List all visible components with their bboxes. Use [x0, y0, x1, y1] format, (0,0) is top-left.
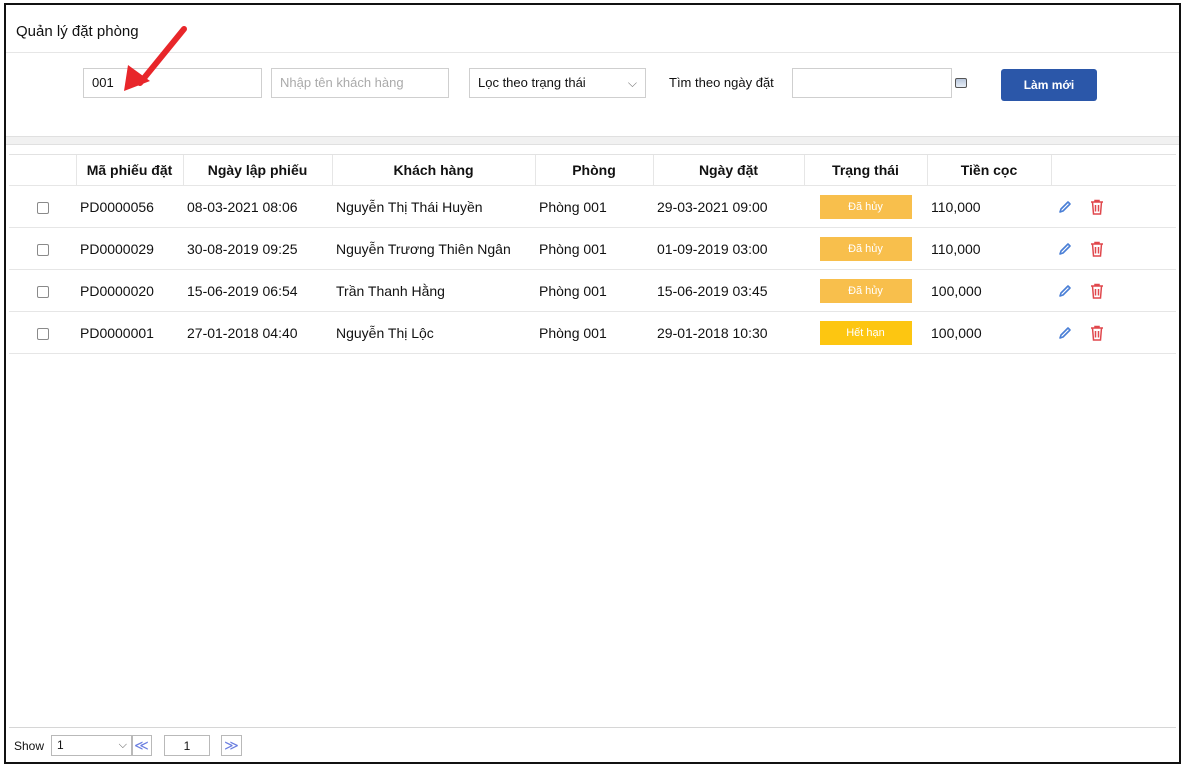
page-size-select[interactable]: 1 ⌵	[51, 735, 133, 756]
booking-code: PD0000020	[76, 269, 183, 312]
trash-icon[interactable]	[1090, 325, 1104, 341]
row-actions	[1051, 311, 1176, 354]
pencil-icon[interactable]	[1057, 199, 1073, 215]
created-date: 27-01-2018 04:40	[183, 311, 332, 354]
row-checkbox[interactable]	[36, 201, 49, 214]
annotation-arrow-icon	[124, 26, 187, 91]
booking-date: 29-03-2021 09:00	[653, 185, 804, 228]
room-name: Phòng 001	[535, 311, 653, 354]
calendar-button[interactable]	[949, 71, 973, 95]
booking-date: 15-06-2019 03:45	[653, 269, 804, 312]
status-filter-value: Lọc theo trạng thái	[478, 75, 586, 90]
status-cell: Đã hủy	[804, 185, 927, 228]
pencil-icon[interactable]	[1057, 241, 1073, 257]
booking-table: Mã phiếu đặt Ngày lập phiếu Khách hàng P…	[9, 155, 1176, 354]
row-select-cell	[9, 227, 76, 270]
column-header-actions	[1051, 155, 1176, 186]
column-header-deposit[interactable]: Tiền cọc	[927, 155, 1052, 186]
previous-page-button[interactable]: ≪	[131, 735, 152, 756]
customer-name: Nguyễn Thị Lộc	[332, 311, 535, 354]
next-page-button[interactable]: ≫	[221, 735, 242, 756]
booking-date: 29-01-2018 10:30	[653, 311, 804, 354]
booking-code: PD0000001	[76, 311, 183, 354]
customer-name-input[interactable]: Nhập tên khách hàng	[271, 68, 449, 98]
chevron-down-icon: ⌵	[118, 739, 127, 751]
room-name: Phòng 001	[535, 227, 653, 270]
deposit-amount: 110,000	[927, 185, 1051, 228]
created-date: 08-03-2021 08:06	[183, 185, 332, 228]
double-chevron-left-icon: ≪	[134, 737, 149, 753]
booking-date-label: Tìm theo ngày đặt	[669, 75, 774, 90]
booking-date-input[interactable]	[792, 68, 952, 98]
table-row[interactable]: PD0000029 30-08-2019 09:25 Nguyễn Trương…	[9, 227, 1176, 270]
room-name: Phòng 001	[535, 269, 653, 312]
customer-name: Nguyễn Trương Thiên Ngân	[332, 227, 535, 270]
row-actions	[1051, 269, 1176, 312]
column-header-created[interactable]: Ngày lập phiếu	[183, 155, 333, 186]
row-select-cell	[9, 185, 76, 228]
created-date: 30-08-2019 09:25	[183, 227, 332, 270]
column-header-room[interactable]: Phòng	[535, 155, 654, 186]
column-header-code[interactable]: Mã phiếu đặt	[76, 155, 184, 186]
booking-code: PD0000056	[76, 185, 183, 228]
booking-code: PD0000029	[76, 227, 183, 270]
created-date: 15-06-2019 06:54	[183, 269, 332, 312]
toolbar-divider	[6, 136, 1179, 145]
status-badge: Hết hạn	[819, 320, 912, 345]
status-cell: Hết hạn	[804, 311, 927, 354]
trash-icon[interactable]	[1090, 283, 1104, 299]
status-cell: Đã hủy	[804, 227, 927, 270]
row-checkbox[interactable]	[36, 243, 49, 256]
trash-icon[interactable]	[1090, 241, 1104, 257]
status-filter-select[interactable]: Lọc theo trạng thái ⌵	[469, 68, 646, 98]
status-badge: Đã hủy	[819, 278, 912, 303]
row-select-cell	[9, 311, 76, 354]
table-row[interactable]: PD0000001 27-01-2018 04:40 Nguyễn Thị Lộ…	[9, 311, 1176, 354]
row-checkbox[interactable]	[36, 285, 49, 298]
table-header-row: Mã phiếu đặt Ngày lập phiếu Khách hàng P…	[9, 155, 1176, 186]
pencil-icon[interactable]	[1057, 283, 1073, 299]
booking-date: 01-09-2019 03:00	[653, 227, 804, 270]
booking-table-container: Mã phiếu đặt Ngày lập phiếu Khách hàng P…	[9, 154, 1176, 728]
room-name: Phòng 001	[535, 185, 653, 228]
column-header-customer[interactable]: Khách hàng	[332, 155, 536, 186]
row-select-cell	[9, 269, 76, 312]
refresh-button[interactable]: Làm mới	[1001, 69, 1097, 101]
pencil-icon[interactable]	[1057, 325, 1073, 341]
column-header-booking-date[interactable]: Ngày đặt	[653, 155, 805, 186]
row-actions	[1051, 227, 1176, 270]
column-header-select	[9, 155, 77, 186]
deposit-amount: 110,000	[927, 227, 1051, 270]
current-page-input[interactable]: 1	[164, 735, 210, 756]
booking-management-panel: Quản lý đặt phòng 001 Nhập tên khách hàn…	[4, 3, 1181, 764]
row-checkbox[interactable]	[36, 327, 49, 340]
column-header-status[interactable]: Trạng thái	[804, 155, 928, 186]
row-actions	[1051, 185, 1176, 228]
double-chevron-right-icon: ≫	[224, 737, 239, 753]
pagination-bar: Show 1 ⌵ ≪ 1 ≫	[9, 730, 1176, 760]
customer-name: Nguyễn Thị Thái Huyền	[332, 185, 535, 228]
table-row[interactable]: PD0000020 15-06-2019 06:54 Trần Thanh Hằ…	[9, 269, 1176, 312]
trash-icon[interactable]	[1090, 199, 1104, 215]
deposit-amount: 100,000	[927, 269, 1051, 312]
table-row[interactable]: PD0000056 08-03-2021 08:06 Nguyễn Thị Th…	[9, 185, 1176, 228]
chevron-down-icon: ⌵	[627, 76, 637, 90]
status-badge: Đã hủy	[819, 194, 912, 219]
deposit-amount: 100,000	[927, 311, 1051, 354]
show-label: Show	[14, 739, 45, 753]
status-badge: Đã hủy	[819, 236, 912, 261]
page-size-value: 1	[57, 738, 64, 752]
calendar-icon	[955, 78, 967, 88]
customer-name: Trần Thanh Hằng	[332, 269, 535, 312]
status-cell: Đã hủy	[804, 269, 927, 312]
